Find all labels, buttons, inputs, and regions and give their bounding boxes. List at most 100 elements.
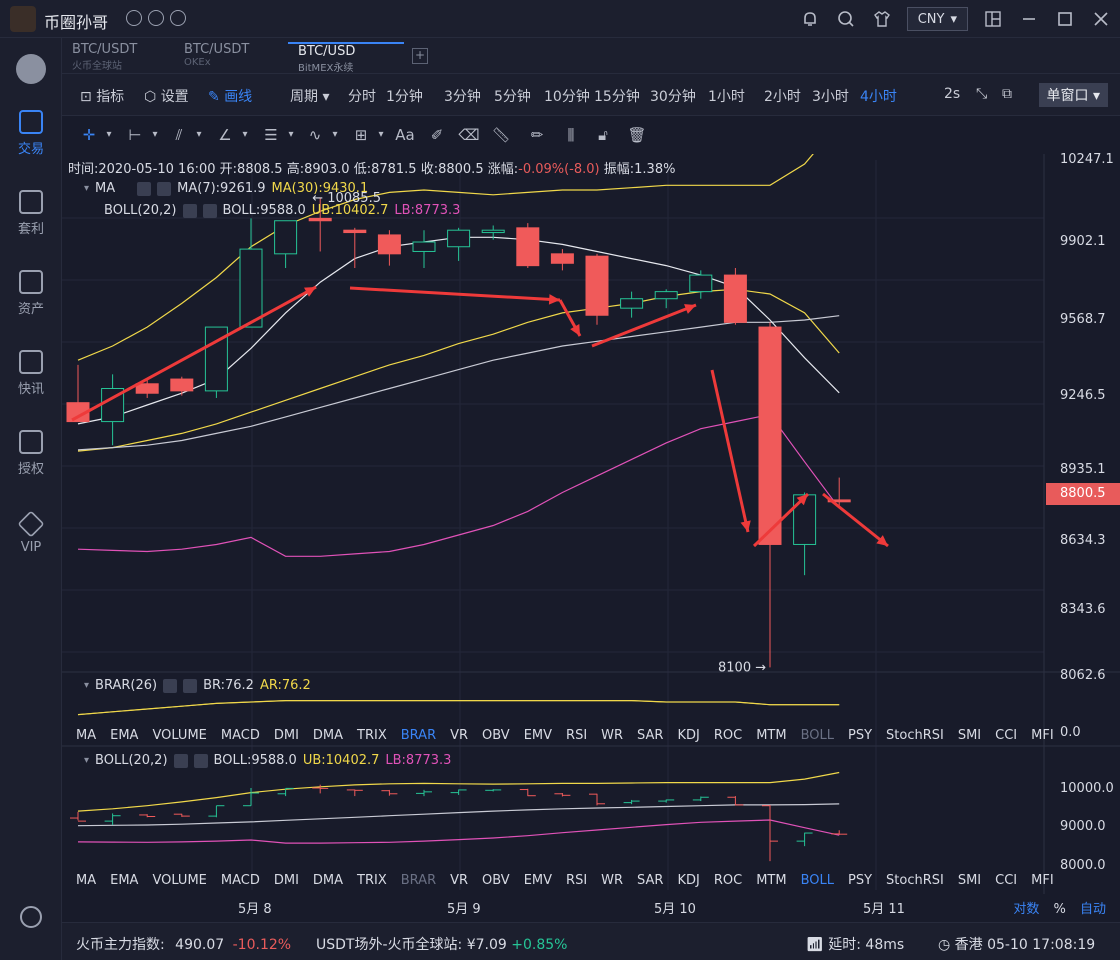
- settings-icon[interactable]: [173, 753, 188, 768]
- indicator-tab[interactable]: DMI: [274, 728, 299, 743]
- settings-icon[interactable]: [163, 678, 178, 693]
- indicator-tab[interactable]: BOLL: [801, 873, 834, 888]
- measure-icon[interactable]: ⊞: [350, 124, 372, 146]
- indicator-tab[interactable]: MTM: [756, 728, 786, 743]
- period-option[interactable]: 5分钟: [494, 86, 531, 106]
- close-icon[interactable]: [1090, 8, 1112, 30]
- layout-icon[interactable]: [982, 8, 1004, 30]
- ruler-icon[interactable]: 📏︎: [490, 124, 512, 146]
- indicator-tab[interactable]: BRAR: [401, 873, 436, 888]
- indicator-tab[interactable]: KDJ: [677, 873, 699, 888]
- sidebar-item-assets[interactable]: 资产: [0, 270, 62, 317]
- sidebar-item-authorize[interactable]: 授权: [0, 430, 62, 477]
- popout-icon[interactable]: ⧉: [1002, 86, 1012, 102]
- period-option[interactable]: 10分钟: [544, 86, 590, 106]
- search-icon[interactable]: [835, 8, 857, 30]
- period-option[interactable]: 3分钟: [444, 86, 481, 106]
- tab-btc-usdt-huobi[interactable]: BTC/USDT 火币全球站: [62, 42, 147, 74]
- crosshair-icon[interactable]: ✛: [78, 124, 100, 146]
- text-icon[interactable]: Aa: [394, 124, 416, 146]
- indicator-tab[interactable]: VOLUME: [152, 728, 206, 743]
- maximize-icon[interactable]: [1054, 8, 1076, 30]
- indicator-tab[interactable]: TRIX: [357, 728, 387, 743]
- indicator-tab[interactable]: KDJ: [677, 728, 699, 743]
- indicator-tab[interactable]: MACD: [221, 728, 260, 743]
- indicator-tab[interactable]: WR: [601, 873, 623, 888]
- caret-down-icon[interactable]: ▾: [188, 124, 210, 146]
- sidebar-item-news[interactable]: 快讯: [0, 350, 62, 397]
- indicator-tab[interactable]: PSY: [848, 873, 872, 888]
- indicator-tab[interactable]: CCI: [995, 728, 1017, 743]
- horizontal-line-icon[interactable]: ⊢: [124, 124, 146, 146]
- fibonacci-icon[interactable]: ☰: [260, 124, 282, 146]
- period-dropdown[interactable]: 周期 ▾: [290, 86, 329, 106]
- indicator-tab[interactable]: SMI: [958, 728, 981, 743]
- indicator-tab[interactable]: ROC: [714, 873, 742, 888]
- period-option[interactable]: 2小时: [764, 86, 801, 106]
- indicator-tab[interactable]: StochRSI: [886, 873, 944, 888]
- indicator-tab[interactable]: DMI: [274, 873, 299, 888]
- indicator-tab[interactable]: DMA: [313, 873, 343, 888]
- indicator-tab[interactable]: StochRSI: [886, 728, 944, 743]
- refresh-interval[interactable]: 2s: [944, 86, 960, 102]
- indicator-tab[interactable]: SAR: [637, 728, 663, 743]
- percent-toggle[interactable]: %: [1053, 902, 1065, 917]
- pencil-icon[interactable]: ✏︎: [526, 124, 548, 146]
- indicator-tab[interactable]: WR: [601, 728, 623, 743]
- trash-icon[interactable]: 🗑︎: [626, 124, 648, 146]
- caret-down-icon[interactable]: ▾: [234, 124, 256, 146]
- indicator-tab[interactable]: MACD: [221, 873, 260, 888]
- indicator-tab[interactable]: EMA: [110, 873, 138, 888]
- settings-icon[interactable]: [137, 181, 152, 196]
- indicator-tab[interactable]: EMV: [524, 873, 552, 888]
- indicator-tab[interactable]: RSI: [566, 728, 587, 743]
- trend-lines-icon[interactable]: ⫽: [168, 124, 190, 146]
- log-scale-toggle[interactable]: 对数: [1013, 902, 1039, 917]
- indicator-tab[interactable]: MA: [76, 728, 96, 743]
- window-mode-select[interactable]: 单窗口 ▾: [1038, 83, 1108, 107]
- caret-down-icon[interactable]: ▾: [84, 183, 89, 194]
- minimize-icon[interactable]: [1018, 8, 1040, 30]
- close-icon[interactable]: [183, 678, 198, 693]
- indicator-tab[interactable]: BOLL: [801, 728, 834, 743]
- close-icon[interactable]: [157, 181, 172, 196]
- indicator-tab[interactable]: OBV: [482, 873, 510, 888]
- angle-icon[interactable]: ∠: [214, 124, 236, 146]
- indicator-tab[interactable]: EMV: [524, 728, 552, 743]
- caret-down-icon[interactable]: ▾: [280, 124, 302, 146]
- indicator-tab[interactable]: OBV: [482, 728, 510, 743]
- settings-icon[interactable]: [182, 203, 197, 218]
- caret-down-icon[interactable]: ▾: [370, 124, 392, 146]
- candles-icon[interactable]: ⫼: [560, 124, 582, 146]
- tab-btc-usd-bitmex[interactable]: BTC/USD BitMEX永续: [288, 42, 404, 74]
- period-option[interactable]: 分时: [348, 86, 376, 106]
- caret-down-icon[interactable]: ▾: [144, 124, 166, 146]
- indicator-tab[interactable]: VR: [450, 728, 468, 743]
- bell-icon[interactable]: [799, 8, 821, 30]
- indicator-tab[interactable]: TRIX: [357, 873, 387, 888]
- indicator-tab[interactable]: VR: [450, 873, 468, 888]
- sidebar-item-vip[interactable]: VIP: [0, 510, 62, 555]
- sidebar-item-arbitrage[interactable]: 套利: [0, 190, 62, 237]
- indicator-tab[interactable]: RSI: [566, 873, 587, 888]
- indicator-tab[interactable]: MA: [76, 873, 96, 888]
- shirt-icon[interactable]: [871, 8, 893, 30]
- indicator-tab[interactable]: EMA: [110, 728, 138, 743]
- period-option[interactable]: 1分钟: [386, 86, 423, 106]
- close-icon[interactable]: [193, 753, 208, 768]
- indicator-tab[interactable]: SMI: [958, 873, 981, 888]
- sidebar-item-trade[interactable]: 交易: [0, 110, 62, 157]
- settings-button[interactable]: ⬡ 设置: [144, 86, 189, 106]
- currency-select[interactable]: CNY ▾: [906, 7, 968, 31]
- indicator-tab[interactable]: MTM: [756, 873, 786, 888]
- caret-down-icon[interactable]: ▾: [84, 755, 89, 766]
- lock-icon[interactable]: 🔓︎: [592, 124, 614, 146]
- period-option[interactable]: 30分钟: [650, 86, 696, 106]
- indicator-tab[interactable]: MFI: [1031, 728, 1054, 743]
- period-option[interactable]: 3小时: [812, 86, 849, 106]
- eraser-icon[interactable]: ⌫: [458, 124, 480, 146]
- wave-icon[interactable]: ∿: [304, 124, 326, 146]
- tab-btc-usdt-okex[interactable]: BTC/USDT OKEx: [174, 42, 259, 74]
- period-option[interactable]: 15分钟: [594, 86, 640, 106]
- caret-down-icon[interactable]: ▾: [98, 124, 120, 146]
